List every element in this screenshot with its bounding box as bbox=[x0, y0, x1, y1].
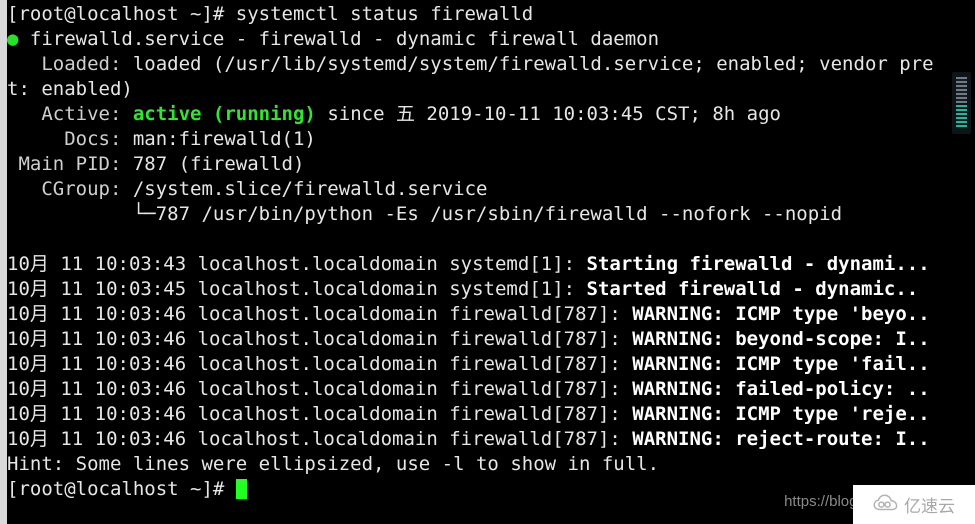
log-message: WARNING: failed-policy: .. bbox=[632, 378, 930, 400]
loaded-wrap-value: t: enabled) bbox=[7, 78, 133, 100]
docs-label: Docs: bbox=[7, 128, 133, 150]
active-line: Active: active (running) since 五 2019-10… bbox=[7, 102, 975, 127]
text-cursor bbox=[235, 479, 247, 499]
hint-text: Hint: Some lines were ellipsized, use -l… bbox=[7, 453, 660, 475]
loaded-line-wrap: t: enabled) bbox=[7, 77, 975, 102]
main-pid-label: Main PID: bbox=[7, 153, 133, 175]
log-message: WARNING: reject-route: I.. bbox=[632, 428, 930, 450]
docs-line: Docs: man:firewalld(1) bbox=[7, 127, 975, 152]
log-timestamp-source: 10月 11 10:03:43 localhost.localdomain sy… bbox=[7, 253, 587, 275]
log-timestamp-source: 10月 11 10:03:46 localhost.localdomain fi… bbox=[7, 428, 633, 450]
terminal-window[interactable]: [root@localhost ~]# systemctl status fir… bbox=[0, 0, 975, 524]
terminal-screen[interactable]: [root@localhost ~]# systemctl status fir… bbox=[7, 0, 975, 524]
command-text: systemctl status firewalld bbox=[235, 3, 534, 25]
journal-log-list: 10月 11 10:03:43 localhost.localdomain sy… bbox=[7, 252, 975, 452]
active-status-badge: active (running) bbox=[132, 103, 316, 125]
journal-log-line: 10月 11 10:03:46 localhost.localdomain fi… bbox=[7, 427, 975, 452]
unit-header-line: ● firewalld.service - firewalld - dynami… bbox=[7, 27, 975, 52]
cgroup-tree-line: └─787 /usr/bin/python -Es /usr/sbin/fire… bbox=[7, 202, 975, 227]
active-label: Active: bbox=[7, 103, 133, 125]
site-logo-text: 亿速云 bbox=[904, 497, 955, 517]
log-message: WARNING: ICMP type 'beyo.. bbox=[632, 303, 930, 325]
shell-prompt: [root@localhost ~]# bbox=[7, 3, 236, 25]
journal-log-line: 10月 11 10:03:46 localhost.localdomain fi… bbox=[7, 402, 975, 427]
loaded-value: loaded (/usr/lib/systemd/system/firewall… bbox=[132, 53, 934, 75]
log-timestamp-source: 10月 11 10:03:46 localhost.localdomain fi… bbox=[7, 303, 633, 325]
command-line: [root@localhost ~]# systemctl status fir… bbox=[7, 2, 975, 27]
journal-log-line: 10月 11 10:03:46 localhost.localdomain fi… bbox=[7, 377, 975, 402]
hint-line: Hint: Some lines were ellipsized, use -l… bbox=[7, 452, 975, 477]
log-timestamp-source: 10月 11 10:03:46 localhost.localdomain fi… bbox=[7, 403, 633, 425]
scrollbar-indicator[interactable] bbox=[952, 72, 971, 134]
log-message: WARNING: beyond-scope: I.. bbox=[632, 328, 930, 350]
cloud-icon bbox=[873, 494, 899, 516]
cgroup-line: CGroup: /system.slice/firewalld.service bbox=[7, 177, 975, 202]
window-left-edge bbox=[0, 0, 7, 524]
log-timestamp-source: 10月 11 10:03:46 localhost.localdomain fi… bbox=[7, 378, 633, 400]
log-message: WARNING: ICMP type 'fail.. bbox=[632, 353, 930, 375]
journal-log-line: 10月 11 10:03:45 localhost.localdomain sy… bbox=[7, 277, 975, 302]
loaded-line: Loaded: loaded (/usr/lib/systemd/system/… bbox=[7, 52, 975, 77]
final-shell-prompt: [root@localhost ~]# bbox=[7, 478, 236, 500]
log-timestamp-source: 10月 11 10:03:46 localhost.localdomain fi… bbox=[7, 353, 633, 375]
cgroup-process-entry: └─787 /usr/bin/python -Es /usr/sbin/fire… bbox=[7, 203, 843, 225]
cgroup-value: /system.slice/firewalld.service bbox=[132, 178, 488, 200]
site-logo-watermark: 亿速云 bbox=[853, 485, 975, 524]
journal-log-line: 10月 11 10:03:43 localhost.localdomain sy… bbox=[7, 252, 975, 277]
log-message: Starting firewalld - dynami... bbox=[586, 253, 930, 275]
log-message: Started firewalld - dynamic.. bbox=[586, 278, 919, 300]
unit-description: firewalld.service - firewalld - dynamic … bbox=[18, 28, 660, 50]
docs-value: man:firewalld(1) bbox=[132, 128, 316, 150]
log-message: WARNING: ICMP type 'reje.. bbox=[632, 403, 930, 425]
log-timestamp-source: 10月 11 10:03:45 localhost.localdomain sy… bbox=[7, 278, 587, 300]
main-pid-line: Main PID: 787 (firewalld) bbox=[7, 152, 975, 177]
journal-log-line: 10月 11 10:03:46 localhost.localdomain fi… bbox=[7, 327, 975, 352]
journal-log-line: 10月 11 10:03:46 localhost.localdomain fi… bbox=[7, 352, 975, 377]
log-timestamp-source: 10月 11 10:03:46 localhost.localdomain fi… bbox=[7, 328, 633, 350]
status-dot-icon: ● bbox=[7, 28, 19, 50]
scrollbar-thumb[interactable] bbox=[956, 105, 967, 129]
journal-log-line: 10月 11 10:03:46 localhost.localdomain fi… bbox=[7, 302, 975, 327]
loaded-label: Loaded: bbox=[7, 53, 133, 75]
blank-separator bbox=[7, 227, 975, 252]
main-pid-value: 787 (firewalld) bbox=[132, 153, 305, 175]
active-timestamp: since 五 2019-10-11 10:03:45 CST; 8h ago bbox=[315, 103, 781, 125]
scrollbar-track bbox=[956, 77, 967, 103]
cgroup-label: CGroup: bbox=[7, 178, 133, 200]
